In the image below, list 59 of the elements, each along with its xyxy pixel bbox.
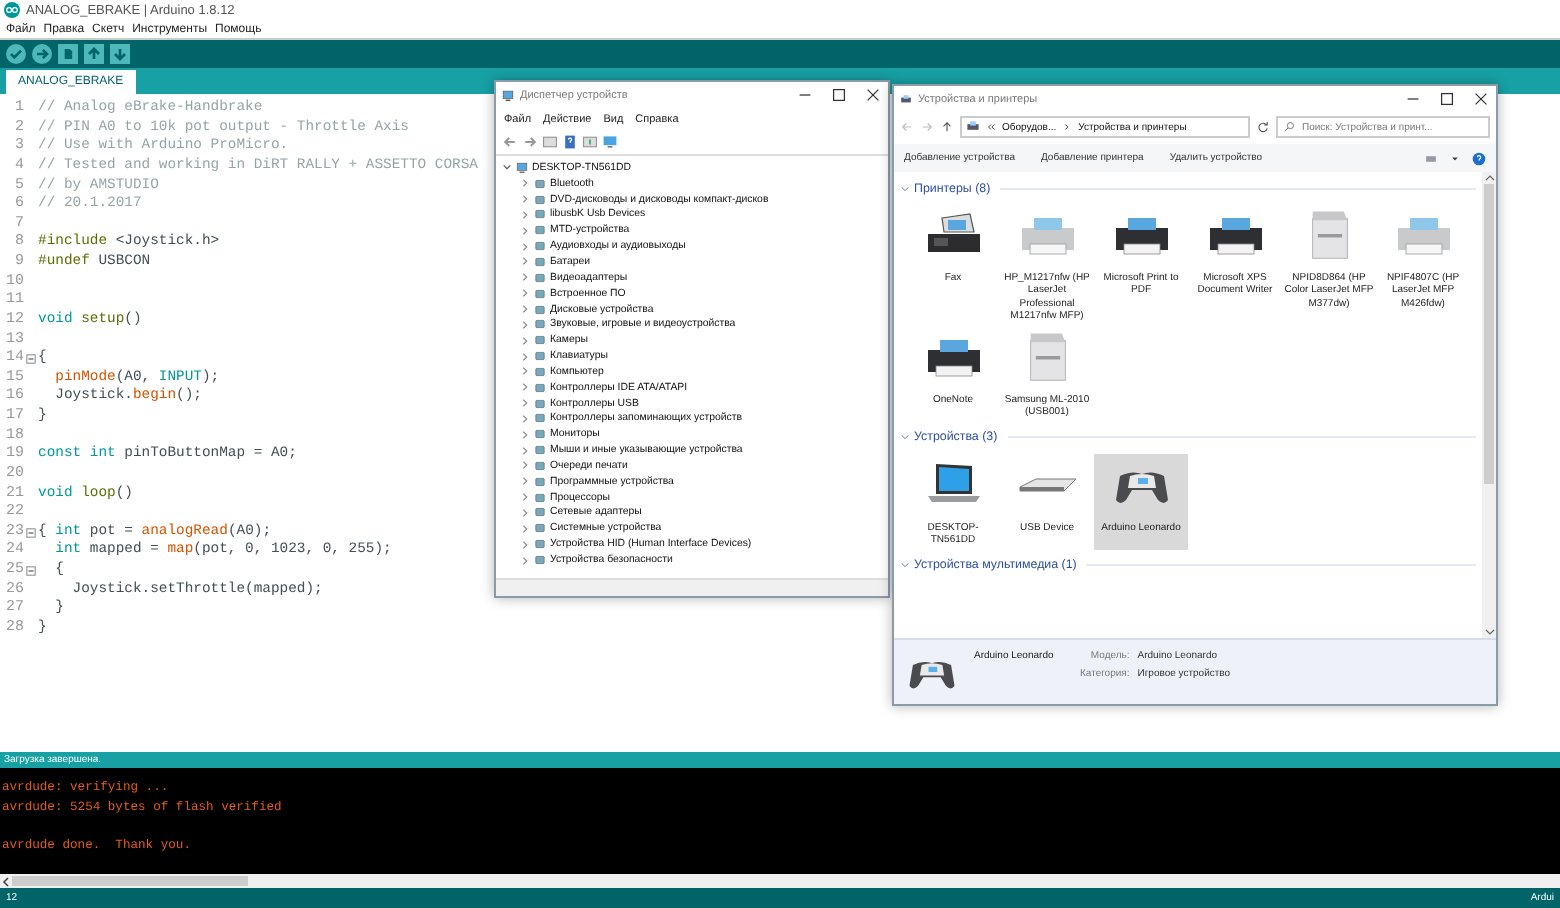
expand-chevron-icon[interactable] <box>520 398 530 409</box>
fold-toggle-icon[interactable] <box>26 354 36 365</box>
expand-chevron-icon[interactable] <box>520 256 530 267</box>
expand-chevron-icon[interactable] <box>520 272 530 283</box>
expand-chevron-icon[interactable] <box>520 507 530 518</box>
collapse-chevron-icon[interactable] <box>900 559 910 570</box>
maximize-icon[interactable] <box>830 86 848 104</box>
expand-chevron-icon[interactable] <box>520 319 530 330</box>
printer-icon <box>966 120 980 134</box>
close-icon[interactable] <box>1472 90 1490 108</box>
back-arrow-icon[interactable] <box>502 134 518 150</box>
expand-chevron-icon[interactable] <box>520 476 530 487</box>
expand-chevron-icon[interactable] <box>520 539 530 550</box>
monitor-icon[interactable] <box>602 134 618 150</box>
expand-chevron-icon[interactable] <box>520 241 530 252</box>
expand-chevron-icon[interactable] <box>520 492 530 503</box>
expand-chevron-icon[interactable] <box>520 194 530 205</box>
expand-chevron-icon[interactable] <box>520 288 530 299</box>
expand-chevron-icon[interactable] <box>520 413 530 424</box>
expand-chevron-icon[interactable] <box>520 225 530 236</box>
new-file-icon[interactable] <box>58 44 78 64</box>
scrollbar-thumb[interactable] <box>12 876 248 886</box>
expand-chevron-icon[interactable] <box>520 460 530 471</box>
collapse-chevron-icon[interactable] <box>900 183 910 193</box>
expand-chevron-icon[interactable] <box>520 178 530 189</box>
expand-chevron-icon[interactable] <box>520 555 530 566</box>
expand-chevron-icon[interactable] <box>520 366 530 377</box>
fold-toggle-icon[interactable] <box>26 528 36 539</box>
expand-chevron-icon[interactable] <box>520 429 530 440</box>
computer-icon <box>502 89 514 101</box>
collapse-chevron-icon[interactable] <box>900 432 910 443</box>
close-icon[interactable] <box>864 86 882 104</box>
computer-icon <box>516 161 528 174</box>
search-icon <box>1282 120 1296 134</box>
scroll-left-icon[interactable] <box>0 875 12 887</box>
expand-chevron-icon[interactable] <box>520 351 530 362</box>
expand-chevron-icon[interactable] <box>520 209 530 220</box>
maximize-icon[interactable] <box>1438 90 1456 108</box>
scrollbar-thumb[interactable] <box>1484 184 1494 484</box>
printer-icon <box>900 93 912 105</box>
forward-arrow-icon[interactable] <box>522 134 538 150</box>
expand-chevron-icon[interactable] <box>520 304 530 315</box>
up-arrow-icon[interactable] <box>940 120 954 134</box>
help-icon[interactable] <box>1472 151 1486 165</box>
scroll-down-icon[interactable] <box>1483 626 1495 638</box>
help-icon[interactable] <box>562 134 578 150</box>
keyboard-icon <box>1017 477 1077 492</box>
double-chevron-icon <box>986 122 996 132</box>
expand-chevron-icon[interactable] <box>520 445 530 456</box>
forward-arrow-icon[interactable] <box>920 120 934 134</box>
scroll-up-icon[interactable] <box>1483 172 1495 184</box>
expand-chevron-icon[interactable] <box>520 382 530 393</box>
chevron-icon <box>1062 122 1073 132</box>
refresh-icon[interactable] <box>1256 120 1270 134</box>
expand-chevron-icon[interactable] <box>502 162 512 173</box>
back-arrow-icon[interactable] <box>900 120 914 134</box>
fold-toggle-icon[interactable] <box>26 566 36 577</box>
expand-chevron-icon[interactable] <box>520 523 530 534</box>
expand-chevron-icon[interactable] <box>520 335 530 346</box>
